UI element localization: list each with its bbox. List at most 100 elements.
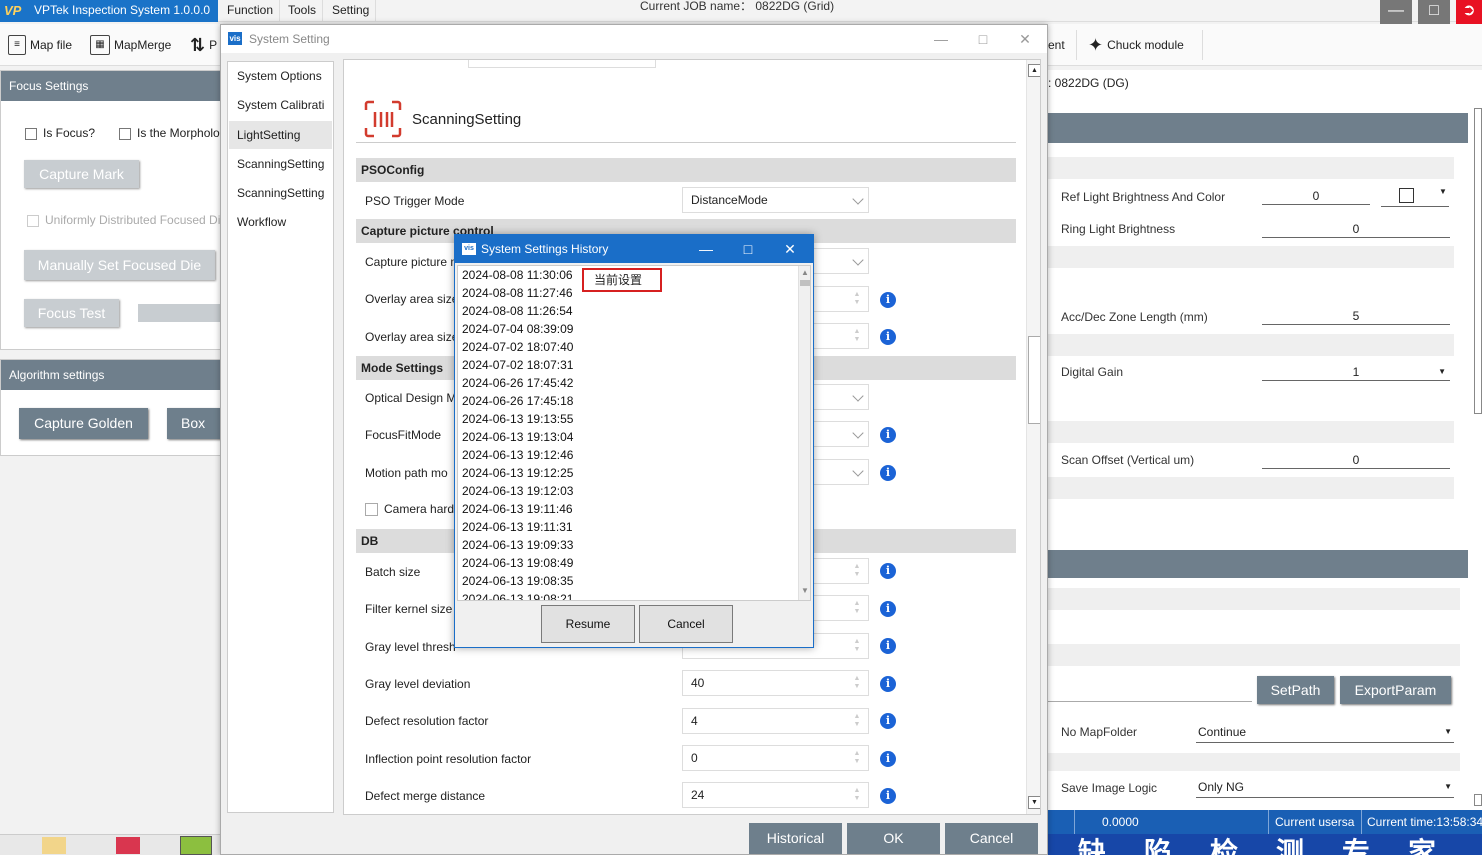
list-item[interactable]: 2024-07-04 08:39:09: [462, 320, 573, 338]
ref-light-input[interactable]: 0: [1262, 187, 1370, 205]
list-item[interactable]: 2024-08-08 11:30:06: [462, 266, 573, 284]
nav-item-scanning-setting[interactable]: ScanningSetting: [229, 150, 332, 178]
right-panel-scrollbar[interactable]: [1474, 108, 1482, 414]
manually-set-focused-die-button[interactable]: Manually Set Focused Die: [24, 250, 215, 280]
acc-dec-input[interactable]: 5: [1262, 307, 1450, 325]
export-param-button[interactable]: ExportParam: [1340, 676, 1451, 704]
scroll-up-icon[interactable]: ▲: [801, 268, 809, 277]
camera-hardware-checkbox[interactable]: Camera hard: [365, 502, 454, 517]
spinner-arrows-icon[interactable]: ▲ ▼: [852, 328, 862, 344]
history-list[interactable]: 2024-08-08 11:30:06 2024-08-08 11:27:46 …: [457, 265, 811, 601]
uniformly-distributed-checkbox[interactable]: Uniformly Distributed Focused Di: [27, 213, 223, 227]
list-item[interactable]: 2024-06-26 17:45:42: [462, 374, 573, 392]
exit-icon[interactable]: ➲: [1456, 0, 1482, 24]
ref-light-color-select[interactable]: ▼: [1381, 187, 1449, 207]
menu-tools[interactable]: Tools: [282, 0, 324, 22]
info-icon[interactable]: i: [880, 751, 896, 767]
path-input[interactable]: [1048, 676, 1252, 702]
info-icon[interactable]: i: [880, 676, 896, 692]
spinner-arrows-icon[interactable]: ▲ ▼: [852, 713, 862, 729]
history-scrollbar[interactable]: ▲ ▼: [798, 266, 810, 600]
no-map-folder-select[interactable]: Continue ▼: [1196, 723, 1454, 743]
list-item[interactable]: 2024-06-13 19:13:55: [462, 410, 573, 428]
nav-item-system-calibration[interactable]: System Calibrati: [229, 91, 332, 119]
info-icon[interactable]: i: [880, 329, 896, 345]
inflection-point-input[interactable]: 0 ▲ ▼: [682, 745, 869, 771]
pso-trigger-mode-select[interactable]: DistanceMode: [682, 187, 869, 213]
spinner-arrows-icon[interactable]: ▲ ▼: [852, 563, 862, 579]
scroll-thumb[interactable]: [800, 280, 810, 286]
save-image-logic-select[interactable]: Only NG ▼: [1196, 778, 1454, 798]
nav-item-system-options[interactable]: System Options: [229, 62, 332, 90]
list-item[interactable]: 2024-06-26 17:45:18: [462, 392, 573, 410]
capture-golden-button[interactable]: Capture Golden: [19, 408, 148, 439]
list-item[interactable]: 2024-06-13 19:12:25: [462, 464, 573, 482]
list-item[interactable]: 2024-08-08 11:26:54: [462, 302, 573, 320]
app-taskbar-icon[interactable]: [180, 836, 212, 855]
menu-setting[interactable]: Setting: [326, 0, 377, 22]
app-taskbar-icon[interactable]: [116, 837, 140, 854]
list-item[interactable]: 2024-06-13 19:08:35: [462, 572, 573, 590]
ring-light-input[interactable]: 0: [1262, 220, 1450, 238]
historical-button[interactable]: Historical: [749, 823, 842, 854]
right-panel-scrollbar-bottom[interactable]: [1474, 794, 1482, 806]
list-item[interactable]: 2024-06-13 19:11:46: [462, 500, 573, 518]
info-icon[interactable]: i: [880, 465, 896, 481]
info-icon[interactable]: i: [880, 563, 896, 579]
folder-icon[interactable]: [42, 837, 66, 854]
map-merge-button[interactable]: ▦ MapMerge: [90, 32, 171, 58]
content-scrollbar[interactable]: ▲ ▼: [1026, 60, 1040, 814]
close-icon[interactable]: ✕: [1005, 25, 1045, 53]
history-cancel-button[interactable]: Cancel: [639, 605, 733, 643]
scan-offset-input[interactable]: 0: [1262, 451, 1450, 469]
box-golden-button[interactable]: Box Go: [167, 408, 223, 439]
maximize-icon[interactable]: □: [1418, 0, 1450, 24]
list-item[interactable]: 2024-06-13 19:08:21: [462, 590, 573, 600]
capture-mark-button[interactable]: Capture Mark: [24, 160, 139, 188]
list-item[interactable]: 2024-06-13 19:12:46: [462, 446, 573, 464]
menu-function[interactable]: Function: [221, 0, 281, 22]
minimize-icon[interactable]: —: [1380, 0, 1412, 24]
is-morphology-checkbox[interactable]: Is the Morpholo: [119, 126, 223, 140]
spinner-arrows-icon[interactable]: ▲ ▼: [852, 291, 862, 307]
toolbar-truncated-label[interactable]: ent: [1048, 38, 1065, 52]
focus-test-button[interactable]: Focus Test: [24, 299, 119, 327]
scroll-up-icon[interactable]: ▲: [1028, 64, 1040, 77]
nav-item-scanning-setting-2[interactable]: ScanningSetting: [229, 179, 332, 207]
list-item[interactable]: 2024-06-13 19:12:03: [462, 482, 573, 500]
info-icon[interactable]: i: [880, 427, 896, 443]
nav-item-light-setting[interactable]: LightSetting: [229, 121, 332, 149]
gray-level-deviation-input[interactable]: 40 ▲ ▼: [682, 670, 869, 696]
scroll-down-icon[interactable]: ▼: [801, 586, 809, 595]
chuck-module-button[interactable]: ✦ Chuck module: [1088, 32, 1184, 58]
maximize-icon[interactable]: □: [727, 235, 769, 263]
defect-merge-distance-input[interactable]: 24 ▲ ▼: [682, 782, 869, 808]
path-button[interactable]: ⇅ P: [190, 32, 217, 58]
minimize-icon[interactable]: —: [921, 25, 961, 53]
spinner-arrows-icon[interactable]: ▲ ▼: [852, 638, 862, 654]
resume-button[interactable]: Resume: [541, 605, 635, 643]
spinner-arrows-icon[interactable]: ▲ ▼: [852, 675, 862, 691]
is-focus-checkbox[interactable]: Is Focus?: [25, 126, 95, 140]
list-item[interactable]: 2024-06-13 19:11:31: [462, 518, 573, 536]
spinner-arrows-icon[interactable]: ▲ ▼: [852, 787, 862, 803]
set-path-button[interactable]: SetPath: [1257, 676, 1334, 704]
list-item[interactable]: 2024-06-13 19:08:49: [462, 554, 573, 572]
ok-button[interactable]: OK: [847, 823, 940, 854]
spinner-arrows-icon[interactable]: ▲ ▼: [852, 600, 862, 616]
defect-resolution-factor-input[interactable]: 4 ▲ ▼: [682, 708, 869, 734]
info-icon[interactable]: i: [880, 292, 896, 308]
spinner-arrows-icon[interactable]: ▲ ▼: [852, 750, 862, 766]
info-icon[interactable]: i: [880, 638, 896, 654]
close-icon[interactable]: ✕: [769, 235, 811, 263]
scroll-down-icon[interactable]: ▼: [1028, 796, 1040, 809]
scroll-thumb[interactable]: [1028, 336, 1040, 424]
list-item[interactable]: 2024-07-02 18:07:31: [462, 356, 573, 374]
map-file-button[interactable]: ≡ Map file: [8, 32, 72, 58]
list-item[interactable]: 2024-06-13 19:09:33: [462, 536, 573, 554]
list-item[interactable]: 2024-07-02 18:07:40: [462, 338, 573, 356]
info-icon[interactable]: i: [880, 601, 896, 617]
minimize-icon[interactable]: —: [685, 235, 727, 263]
list-item[interactable]: 2024-06-13 19:13:04: [462, 428, 573, 446]
digital-gain-select[interactable]: 1 ▼: [1262, 363, 1450, 381]
